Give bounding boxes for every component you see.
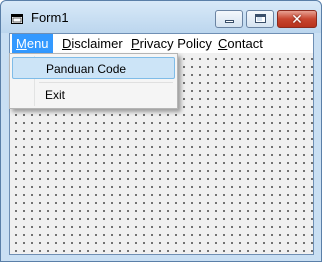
menu-item-exit[interactable]: Exit bbox=[12, 84, 175, 106]
title-bar[interactable]: Form1 ✕ bbox=[1, 1, 321, 33]
menu-disclaimer-label: isclaimer bbox=[71, 36, 123, 51]
menu-menu-mnemonic: M bbox=[16, 36, 27, 51]
minimize-button[interactable] bbox=[215, 10, 243, 28]
menu-privacy-label: rivacy Policy bbox=[139, 36, 212, 51]
minimize-icon bbox=[225, 20, 234, 23]
menu-item-panduan-code[interactable]: Panduan Code bbox=[12, 57, 175, 79]
menu-contact-label: ontact bbox=[227, 36, 263, 51]
main-window: Form1 ✕ Menu Disclaimer Privacy Policy C… bbox=[0, 0, 322, 262]
menu-disclaimer[interactable]: Disclaimer bbox=[62, 34, 123, 53]
menu-item-panduan-code-label: Panduan Code bbox=[46, 62, 127, 76]
close-button[interactable]: ✕ bbox=[277, 10, 317, 28]
menu-menu[interactable]: Menu bbox=[12, 34, 53, 53]
maximize-icon bbox=[255, 14, 266, 23]
window-title: Form1 bbox=[31, 10, 69, 25]
menu-item-exit-label: Exit bbox=[45, 88, 66, 102]
maximize-button[interactable] bbox=[246, 10, 274, 28]
menu-contact[interactable]: Contact bbox=[218, 34, 263, 53]
menu-contact-mnemonic: C bbox=[218, 36, 228, 51]
menu-dropdown: Panduan Code Exit bbox=[9, 53, 178, 109]
close-icon: ✕ bbox=[291, 11, 303, 27]
menu-disclaimer-mnemonic: D bbox=[62, 36, 72, 51]
dropdown-separator bbox=[39, 82, 173, 83]
menu-menu-label: enu bbox=[26, 36, 49, 51]
menu-bar: Menu Disclaimer Privacy Policy Contact bbox=[10, 34, 313, 53]
menu-privacy-mnemonic: P bbox=[131, 36, 140, 51]
app-window-icon[interactable] bbox=[11, 11, 23, 24]
menu-privacy-policy[interactable]: Privacy Policy bbox=[131, 34, 212, 53]
